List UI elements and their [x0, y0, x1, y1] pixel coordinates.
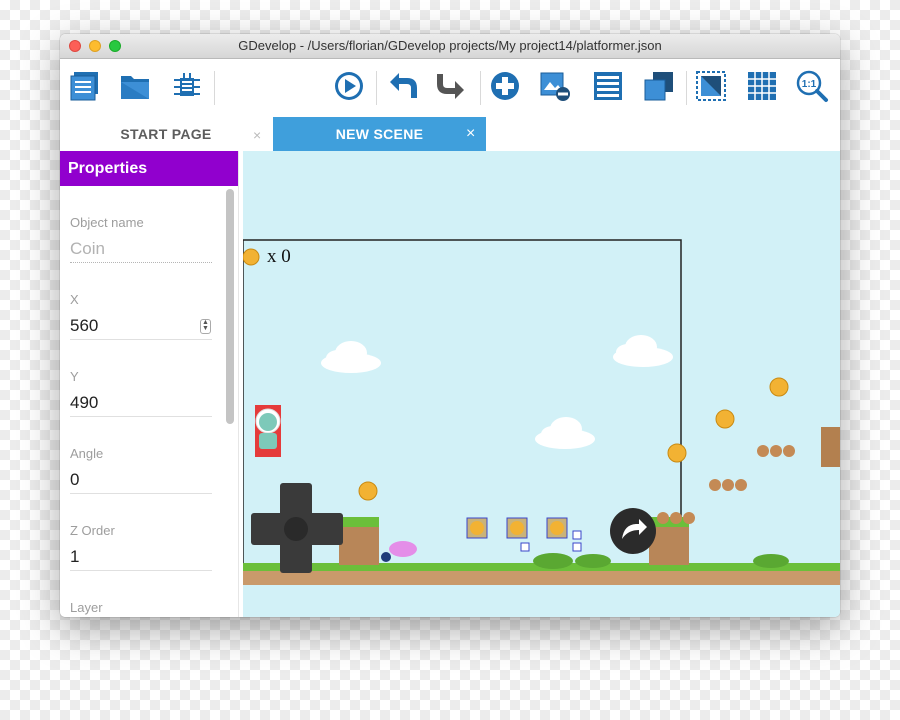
- resize-handle[interactable]: [520, 542, 530, 552]
- jump-button[interactable]: [610, 508, 656, 554]
- preview-play-icon: [335, 72, 363, 100]
- object-groups-button[interactable]: [642, 69, 676, 103]
- tab-bar: START PAGE × NEW SCENE ×: [60, 117, 840, 151]
- debugger-button[interactable]: [170, 69, 204, 103]
- debugger-icon: [174, 73, 200, 96]
- z-order-field[interactable]: 1: [70, 547, 79, 567]
- project-manager-icon: [70, 72, 98, 101]
- close-tab-icon[interactable]: ×: [253, 127, 261, 143]
- tab-label: START PAGE: [120, 126, 212, 142]
- scene-editor-canvas[interactable]: x 0: [243, 151, 840, 617]
- toolbar-separator: [376, 71, 377, 105]
- title-bar[interactable]: GDevelop - /Users/florian/GDevelop proje…: [60, 34, 840, 59]
- toolbar: 1:1: [60, 59, 840, 117]
- platform: [757, 445, 795, 457]
- redo-icon: [437, 74, 464, 99]
- undo-icon: [390, 73, 417, 98]
- field-underline: [70, 416, 212, 417]
- grid-button[interactable]: [745, 69, 779, 103]
- properties-scrollbar[interactable]: [226, 189, 234, 424]
- toolbar-separator: [686, 71, 687, 105]
- player-body[interactable]: [259, 433, 277, 449]
- slime-enemy[interactable]: [389, 541, 417, 557]
- toolbar-separator: [214, 71, 215, 105]
- y-field[interactable]: 490: [70, 393, 98, 413]
- cloud: [535, 417, 595, 449]
- angle-label: Angle: [70, 446, 104, 461]
- bush: [753, 554, 789, 568]
- hud-coin-icon: [243, 248, 260, 266]
- coin[interactable]: [769, 377, 789, 397]
- object-list-icon: [594, 72, 622, 100]
- coin[interactable]: [470, 521, 484, 535]
- preview-button[interactable]: [332, 69, 366, 103]
- coin[interactable]: [358, 481, 378, 501]
- dirt-block-grass: [339, 517, 379, 527]
- add-object-button[interactable]: [488, 69, 522, 103]
- window-title: GDevelop - /Users/florian/GDevelop proje…: [238, 38, 662, 53]
- zoom-label: 1:1: [802, 79, 817, 90]
- zoom-reset-button[interactable]: 1:1: [795, 69, 829, 103]
- coin[interactable]: [667, 443, 687, 463]
- window-mask-button[interactable]: [694, 69, 728, 103]
- crate: [821, 427, 840, 467]
- cloud: [613, 335, 673, 367]
- properties-panel: Properties Object name Coin X 560 ▲ ▼ Y 4…: [60, 151, 239, 617]
- angle-field[interactable]: 0: [70, 470, 79, 490]
- field-underline: [70, 339, 212, 340]
- window-mask-icon: [696, 71, 726, 101]
- bush: [575, 554, 611, 568]
- ground-dirt: [243, 571, 840, 585]
- cloud: [321, 341, 381, 373]
- layers-button[interactable]: [538, 69, 572, 103]
- x-label: X: [70, 292, 79, 307]
- coin[interactable]: [715, 409, 735, 429]
- redo-button[interactable]: [434, 69, 468, 103]
- undo-button[interactable]: [386, 69, 420, 103]
- tab-start-page[interactable]: START PAGE: [60, 117, 272, 151]
- object-name-label: Object name: [70, 215, 144, 230]
- layer-label: Layer: [70, 600, 103, 615]
- open-project-button[interactable]: [118, 69, 152, 103]
- x-field[interactable]: 560: [70, 316, 98, 336]
- tab-new-scene[interactable]: NEW SCENE: [273, 117, 486, 151]
- layers-remove-icon: [540, 72, 570, 101]
- project-manager-button[interactable]: [68, 69, 102, 103]
- object-groups-icon: [644, 72, 673, 101]
- tab-label: NEW SCENE: [335, 126, 424, 142]
- add-object-icon: [491, 72, 519, 100]
- field-underline: [70, 262, 212, 263]
- player-head: [259, 413, 277, 431]
- field-underline: [70, 493, 212, 494]
- resize-handle[interactable]: [572, 530, 582, 540]
- toolbar-separator: [480, 71, 481, 105]
- resize-handle[interactable]: [572, 542, 582, 552]
- field-underline: [70, 570, 212, 571]
- dirt-block: [339, 523, 379, 565]
- dpad-control[interactable]: [251, 483, 343, 573]
- object-name-field[interactable]: Coin: [70, 239, 105, 259]
- close-tab-icon[interactable]: ×: [466, 125, 475, 143]
- app-window: GDevelop - /Users/florian/GDevelop proje…: [60, 34, 840, 617]
- hud-coin-count: x 0: [267, 246, 291, 267]
- small-ball: [381, 552, 391, 562]
- z-order-label: Z Order: [70, 523, 115, 538]
- y-label: Y: [70, 369, 79, 384]
- open-folder-icon: [121, 76, 149, 99]
- grid-icon: [748, 72, 776, 100]
- x-stepper[interactable]: ▲ ▼: [200, 319, 211, 334]
- platform: [657, 512, 695, 524]
- bush: [533, 553, 573, 569]
- properties-header: Properties: [60, 151, 238, 186]
- objects-list-button[interactable]: [591, 69, 625, 103]
- coin[interactable]: [550, 521, 564, 535]
- coin[interactable]: [510, 521, 524, 535]
- scene-svg[interactable]: x 0: [243, 151, 840, 617]
- platform: [709, 479, 747, 491]
- zoom-reset-icon: 1:1: [796, 70, 828, 102]
